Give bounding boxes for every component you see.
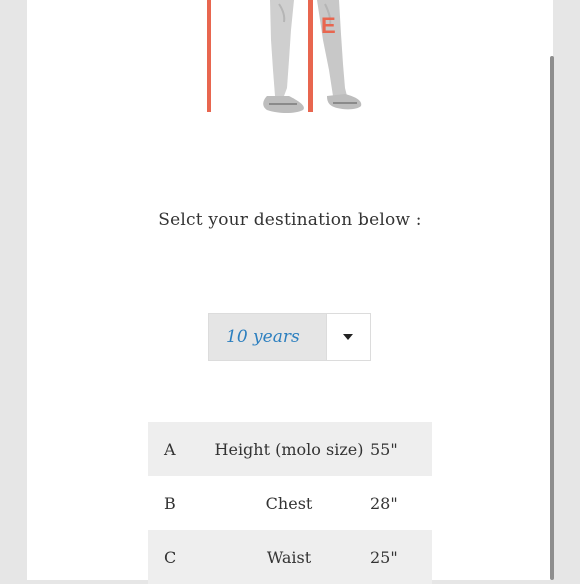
destination-prompt: Selct your destination below :: [158, 210, 422, 230]
row-letter: B: [164, 493, 176, 513]
row-value: 28": [370, 493, 398, 513]
row-label: Waist: [266, 547, 312, 567]
child-legs-illustration-icon: E: [207, 0, 362, 113]
caret-down-icon: [343, 334, 353, 340]
row-value: 25": [370, 547, 398, 567]
vertical-scrollbar[interactable]: [550, 56, 554, 580]
table-row: C Waist 25": [148, 530, 432, 584]
measurement-illustration: E: [27, 0, 553, 130]
row-label: Chest: [265, 493, 313, 513]
size-select-value[interactable]: 10 years: [226, 314, 300, 360]
table-row: B Chest 28": [148, 476, 432, 530]
row-label: Height (molo size): [214, 439, 364, 459]
table-row: A Height (molo size) 55": [148, 422, 432, 476]
size-select[interactable]: 10 years: [208, 313, 371, 361]
row-letter: C: [164, 547, 177, 567]
size-select-toggle[interactable]: [326, 314, 370, 360]
row-letter: A: [164, 439, 176, 459]
size-guide-page: E Selct your destination below : 10 year…: [27, 0, 554, 584]
row-value: 55": [370, 439, 398, 459]
marker-letter: E: [321, 13, 336, 38]
measurements-table: A Height (molo size) 55" B Chest 28" C W…: [148, 422, 432, 584]
